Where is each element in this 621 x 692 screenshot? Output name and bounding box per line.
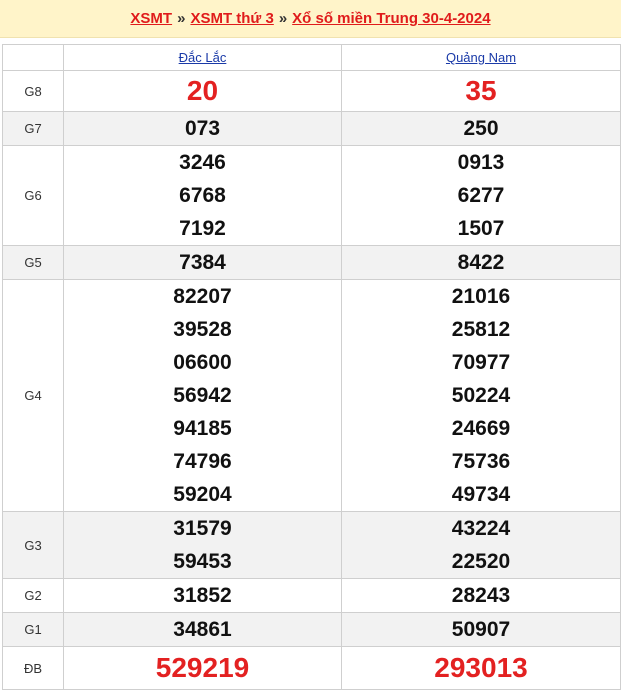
result-number: 70977 [451,351,511,374]
result-number: 20 [186,75,219,106]
result-cell-dak-lak: 34861 [63,612,342,647]
prize-column-header [2,44,64,71]
breadcrumb-link-xsmt-thu-3[interactable]: XSMT thứ 3 [190,10,273,27]
prize-label: G6 [2,145,64,246]
result-number: 21016 [451,285,511,308]
prize-row: G4 82207 39528 06600 56942 94185 74796 59204 210… [2,279,621,512]
result-number: 56942 [173,384,232,407]
province-header-dak-lak: Đắc Lắc [63,44,342,71]
result-number: 1507 [457,217,505,240]
result-number: 293013 [434,652,528,683]
prize-label: ĐB [2,646,64,690]
result-number: 28243 [451,584,511,607]
prize-label: G5 [2,245,64,280]
result-number: 24669 [451,417,511,440]
result-cell-quang-nam: 250 [341,111,621,146]
result-number: 59204 [173,483,232,506]
prize-label: G8 [2,70,64,112]
result-number: 25812 [451,318,511,341]
result-cell-dak-lak: 31852 [63,578,342,613]
result-cell-quang-nam: 43224 22520 [341,511,621,579]
result-number: 3246 [179,151,226,174]
prize-row: G3 31579 59453 43224 22520 [2,511,621,579]
result-cell-dak-lak: 073 [63,111,342,146]
result-number: 31579 [173,517,232,540]
result-number: 82207 [173,285,232,308]
result-number: 8422 [457,251,505,274]
prize-label: G1 [2,612,64,647]
result-number: 31852 [173,584,232,607]
result-number: 34861 [173,618,232,641]
prize-label: G2 [2,578,64,613]
result-cell-quang-nam: 21016 25812 70977 50224 24669 75736 49734 [341,279,621,512]
result-cell-quang-nam: 0913 6277 1507 [341,145,621,246]
result-number: 250 [463,117,499,140]
prize-label: G4 [2,279,64,512]
breadcrumb-separator: » [278,10,288,27]
result-cell-quang-nam: 293013 [341,646,621,690]
result-cell-quang-nam: 28243 [341,578,621,613]
prize-row: G5 7384 8422 [2,245,621,280]
prize-row: G8 20 35 [2,70,621,112]
prize-row: G7 073 250 [2,111,621,146]
prize-label: G3 [2,511,64,579]
result-number: 49734 [451,483,511,506]
result-number: 6277 [457,184,505,207]
result-number: 50907 [451,618,511,641]
result-number: 6768 [179,184,226,207]
result-number: 50224 [451,384,511,407]
prize-row: G1 34861 50907 [2,612,621,647]
breadcrumb-link-current-date[interactable]: Xổ số miền Trung 30-4-2024 [292,10,490,27]
result-number: 073 [184,117,221,140]
result-number: 59453 [173,550,232,573]
result-cell-quang-nam: 35 [341,70,621,112]
result-number: 7384 [179,251,226,274]
breadcrumb-link-xsmt[interactable]: XSMT [130,10,172,27]
results-table: Đắc Lắc Quảng Nam G8 20 35 G7 073 250 G6 3246 67… [2,44,621,690]
result-number: 39528 [173,318,232,341]
prize-row: G2 31852 28243 [2,578,621,613]
result-cell-dak-lak: 20 [63,70,342,112]
province-header-quang-nam: Quảng Nam [341,44,621,71]
result-number: 43224 [451,517,511,540]
result-number: 75736 [451,450,511,473]
result-cell-dak-lak: 82207 39528 06600 56942 94185 74796 59204 [63,279,342,512]
result-cell-dak-lak: 3246 6768 7192 [63,145,342,246]
province-link-dak-lak[interactable]: Đắc Lắc [179,50,227,65]
result-number: 0913 [457,151,505,174]
result-number: 529219 [155,652,250,683]
breadcrumb-separator: » [177,10,186,27]
result-number: 74796 [173,450,232,473]
prize-row: ĐB 529219 293013 [2,646,621,690]
breadcrumb: XSMT » XSMT thứ 3 » Xổ số miền Trung 30-… [0,0,621,38]
result-number: 35 [465,75,497,106]
results-body: G8 20 35 G7 073 250 G6 3246 6768 7192 0913 6277 1507… [2,70,621,690]
result-number: 06600 [173,351,232,374]
result-cell-dak-lak: 7384 [63,245,342,280]
result-number: 22520 [451,550,511,573]
prize-label: G7 [2,111,64,146]
table-header-row: Đắc Lắc Quảng Nam [2,44,621,71]
result-cell-quang-nam: 8422 [341,245,621,280]
result-cell-dak-lak: 529219 [63,646,342,690]
result-number: 94185 [173,417,232,440]
prize-row: G6 3246 6768 7192 0913 6277 1507 [2,145,621,246]
result-cell-dak-lak: 31579 59453 [63,511,342,579]
result-number: 7192 [179,217,226,240]
result-cell-quang-nam: 50907 [341,612,621,647]
province-link-quang-nam[interactable]: Quảng Nam [446,50,516,65]
